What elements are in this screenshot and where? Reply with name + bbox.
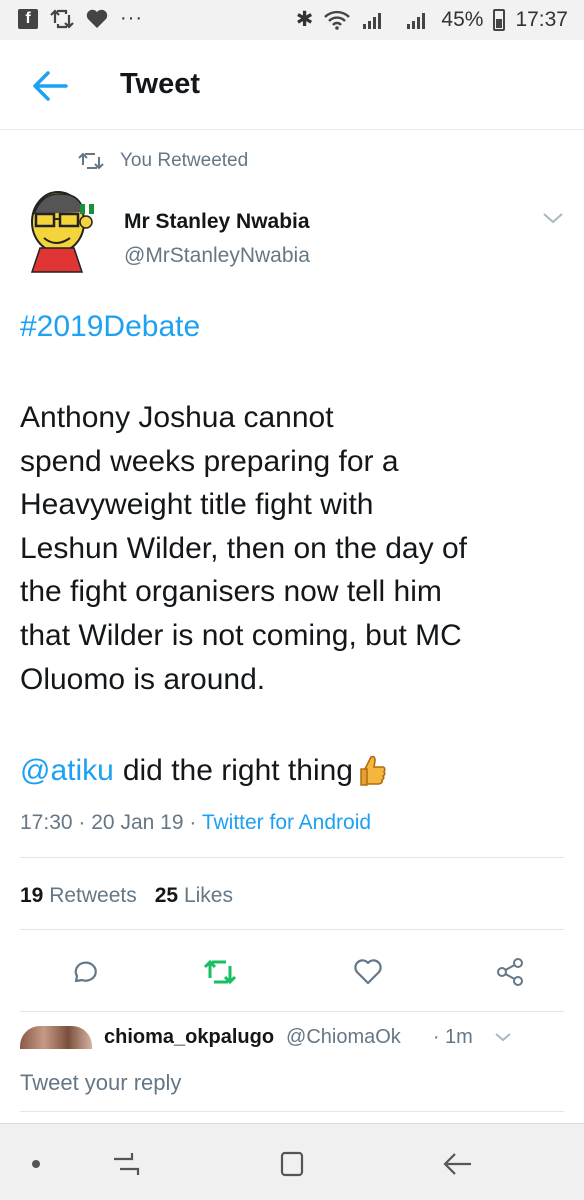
signal-icon (363, 12, 382, 29)
recent-apps-button[interactable] (106, 1146, 146, 1182)
retweet-button[interactable] (198, 950, 242, 994)
tweet-time: 17:30 (20, 811, 73, 834)
retweet-context-label: You Retweeted (120, 150, 249, 171)
back-icon (443, 1153, 471, 1175)
app-header: Tweet (0, 40, 584, 130)
meta-separator: · (189, 811, 197, 834)
reply-author-handle: @ChiomaOk (286, 1025, 401, 1048)
divider (20, 929, 564, 930)
tweet-menu-button[interactable] (540, 208, 566, 228)
android-nav-bar (0, 1123, 584, 1200)
reply-preview[interactable]: chioma_okpalugo @ChiomaOk · 1m (20, 1025, 570, 1049)
author-name[interactable]: Mr Stanley Nwabia (124, 210, 310, 234)
divider (20, 857, 564, 858)
divider (20, 1111, 564, 1112)
battery-percentage: 45% (441, 7, 484, 31)
facebook-icon: f (18, 8, 38, 29)
retweet-icon (78, 152, 104, 170)
back-arrow-icon (33, 71, 68, 101)
meta-separator: · (78, 811, 86, 834)
like-button[interactable] (346, 950, 390, 994)
retweets-count-link[interactable]: 19 Retweets (20, 884, 137, 908)
thumbs-up-icon (360, 755, 386, 786)
chevron-down-icon (543, 213, 563, 224)
mention-text: did the right thing (122, 754, 353, 787)
heart-outline-icon (354, 959, 382, 985)
dot-icon (32, 1160, 40, 1168)
likes-count-link[interactable]: 25 Likes (155, 884, 233, 908)
signal-icon (407, 12, 426, 29)
client-link[interactable]: Twitter for Android (202, 811, 371, 834)
reply-icon (74, 961, 97, 983)
page-title: Tweet (120, 68, 201, 100)
hashtag-link[interactable]: #2019Debate (20, 310, 200, 344)
likes-count: 25 (154, 884, 179, 907)
divider (20, 1011, 564, 1012)
status-bar: f ··· ✱ 45% 17:37 (0, 0, 584, 40)
more-dots-icon: ··· (120, 7, 143, 29)
status-bar-system: ✱ 45% 17:37 (296, 7, 568, 32)
recent-apps-icon (114, 1153, 140, 1175)
back-nav-button[interactable] (438, 1146, 478, 1182)
bluetooth-icon: ✱ (295, 8, 314, 31)
nav-dot-button[interactable] (16, 1146, 56, 1182)
tweet-actions (0, 950, 584, 994)
tweet-date: 20 Jan 19 (91, 811, 184, 834)
status-bar-notifications: f ··· (18, 7, 143, 30)
mention-link[interactable]: @atiku (20, 754, 114, 788)
reply-input[interactable]: Tweet your reply (20, 1070, 181, 1096)
retweet-icon (203, 959, 237, 985)
engagement-counts: 19 Retweets 25 Likes (20, 884, 233, 908)
author-handle[interactable]: @MrStanleyNwabia (124, 244, 310, 268)
tweet-body: Anthony Joshua cannot spend weeks prepar… (20, 401, 467, 696)
share-button[interactable] (488, 950, 532, 994)
wifi-icon (324, 10, 351, 30)
likes-label: Likes (183, 884, 233, 907)
clock: 17:37 (515, 7, 568, 31)
cartoon-avatar-image (30, 191, 94, 273)
tweet-meta: 17:30 · 20 Jan 19 · Twitter for Android (20, 811, 371, 835)
reply-author-name: chioma_okpalugo (104, 1025, 275, 1048)
reply-button[interactable] (61, 950, 105, 994)
battery-icon (493, 8, 506, 31)
retweet-icon (50, 8, 74, 29)
heart-icon (86, 9, 108, 28)
reply-time: · 1m (432, 1025, 473, 1048)
retweets-label: Retweets (49, 884, 137, 907)
home-icon (280, 1151, 304, 1177)
retweet-context: You Retweeted (78, 150, 248, 172)
tweet-mention-line: @atiku did the right thing (20, 753, 387, 789)
chevron-down-icon (495, 1033, 511, 1042)
avatar[interactable] (22, 186, 102, 274)
reply-avatar (20, 1026, 92, 1049)
retweets-count: 19 (20, 884, 44, 907)
home-button[interactable] (272, 1146, 312, 1182)
back-button[interactable] (30, 66, 70, 106)
share-icon (497, 958, 523, 986)
